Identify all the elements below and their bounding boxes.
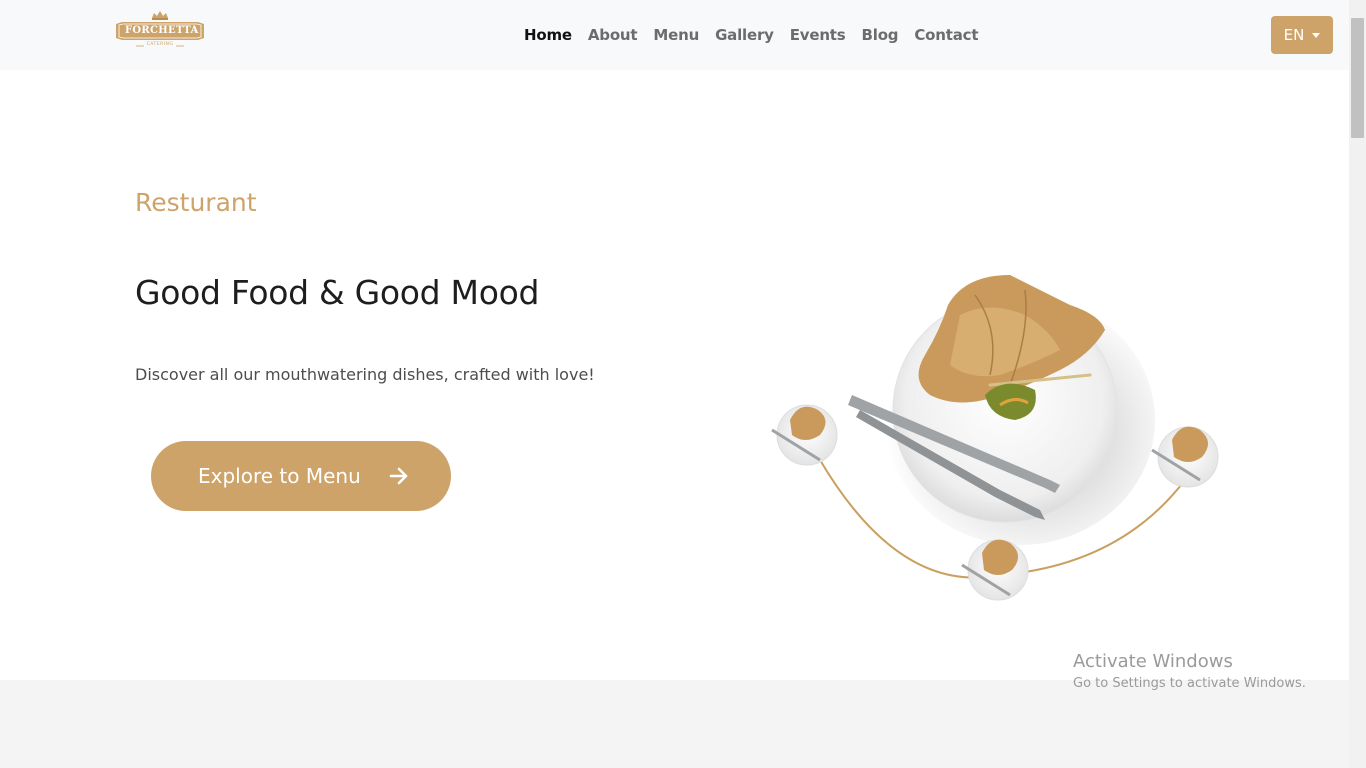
scrollbar-thumb[interactable]	[1351, 18, 1364, 138]
plate-illustration	[771, 275, 1219, 601]
nav-events[interactable]: Events	[782, 22, 854, 48]
nav-about[interactable]: About	[580, 22, 646, 48]
language-dropdown-button[interactable]: EN	[1271, 16, 1333, 54]
activation-watermark-subtitle: Go to Settings to activate Windows.	[1073, 676, 1306, 691]
next-section-band	[0, 680, 1349, 768]
nav-home[interactable]: Home	[516, 22, 580, 48]
brand-name: FORCHETTA	[125, 25, 199, 36]
hero-eyebrow: Resturant	[135, 188, 257, 217]
main-nav: Home About Menu Gallery Events Blog Cont…	[516, 22, 986, 48]
brand-tagline: CATERING	[146, 42, 174, 47]
caret-down-icon	[1312, 32, 1321, 38]
nav-gallery[interactable]: Gallery	[707, 22, 782, 48]
nav-contact[interactable]: Contact	[906, 22, 986, 48]
hero-headline: Good Food & Good Mood	[135, 273, 540, 312]
nav-menu[interactable]: Menu	[645, 22, 707, 48]
brand-logo[interactable]: FORCHETTA CATERING	[114, 10, 206, 52]
language-label: EN	[1283, 26, 1305, 44]
arrow-right-icon	[389, 467, 408, 485]
explore-menu-label: Explore to Menu	[198, 464, 361, 488]
activation-watermark-title: Activate Windows	[1073, 651, 1233, 672]
page-scrollbar[interactable]	[1349, 0, 1366, 768]
nav-blog[interactable]: Blog	[854, 22, 907, 48]
page: FORCHETTA CATERING Home About Menu Galle…	[0, 0, 1366, 768]
hero-subtext: Discover all our mouthwatering dishes, c…	[135, 365, 595, 384]
site-header: FORCHETTA CATERING Home About Menu Galle…	[0, 0, 1349, 70]
explore-menu-button[interactable]: Explore to Menu	[151, 441, 451, 511]
